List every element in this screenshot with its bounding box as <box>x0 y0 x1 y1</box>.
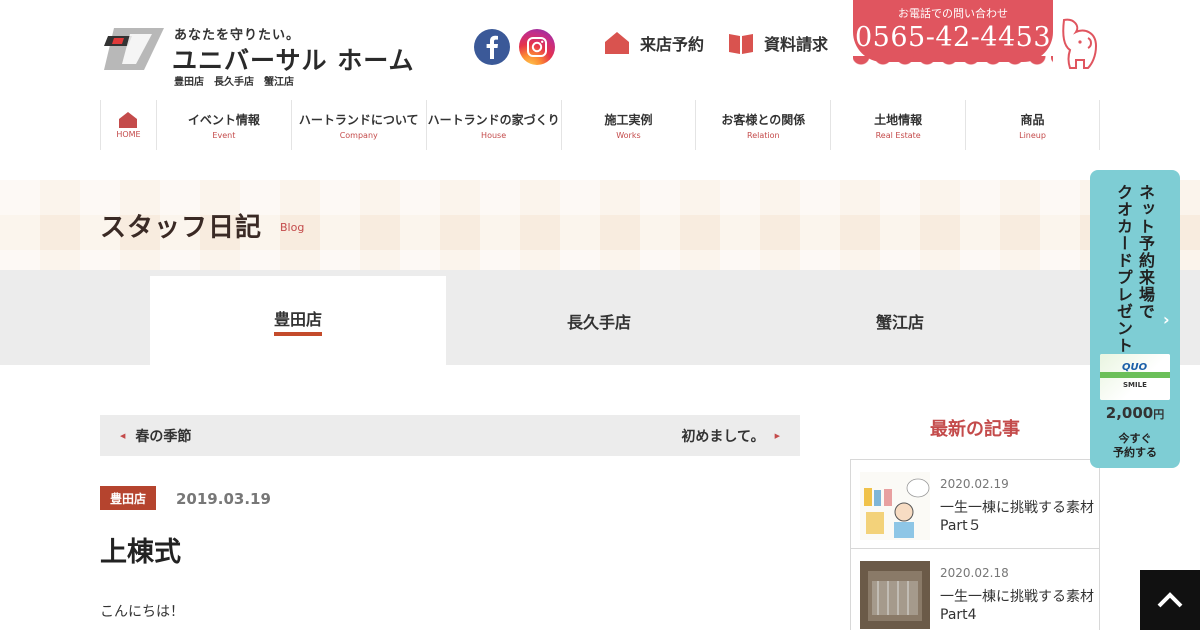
request-docs-label: 資料請求 <box>764 35 829 54</box>
category-badge[interactable]: 豊田店 <box>100 486 156 510</box>
post-navigation: ◀ 春の季節 初めまして。 ▶ <box>100 415 800 456</box>
post-date: 2019.03.19 <box>176 490 271 508</box>
phone-contact[interactable]: お電話での問い合わせ 0565-42-4453 <box>853 0 1053 68</box>
nav-company-en: Company <box>339 130 378 140</box>
tab-toyota-label: 豊田店 <box>273 306 322 336</box>
sidebar-heading: 最新の記事 <box>930 419 1020 440</box>
next-post-link[interactable]: 初めまして。 ▶ <box>681 426 780 446</box>
back-to-top-button[interactable] <box>1140 570 1200 630</box>
instagram-icon <box>527 37 547 57</box>
nav-home-en: HOME <box>116 129 141 139</box>
reserve-visit-label: 来店予約 <box>640 35 705 54</box>
recent-posts-list: 2020.02.19 一生一棟に挑戦する素材 Part５ 2020.02.18 … <box>850 459 1108 630</box>
post-title: 上棟式 <box>100 537 181 568</box>
post-body-text: こんにちは！ <box>100 604 184 620</box>
nav-lineup-en: Lineup <box>1019 130 1046 140</box>
nav-works[interactable]: 施工実例 Works <box>560 100 696 150</box>
promo-cta: 今すぐ 予約する <box>1113 432 1157 459</box>
nav-lineup-ja: 商品 <box>1020 112 1045 127</box>
logo-mark-icon <box>104 28 164 70</box>
nav-relation-ja: お客様との関係 <box>721 112 806 127</box>
tab-nagakute[interactable]: 長久手店 <box>451 276 747 365</box>
quo-card-promo-banner[interactable]: ネット予約来場で クオカードプレゼント › QUO SMILE 2,000円 今… <box>1090 170 1180 468</box>
recent-post-date: 2020.02.18 <box>940 566 1009 580</box>
facebook-link[interactable] <box>474 29 510 65</box>
post-thumbnail <box>860 561 930 629</box>
quo-card-sub: SMILE <box>1123 381 1147 389</box>
house-icon <box>119 111 138 128</box>
page-subtitle: Blog <box>280 221 305 234</box>
phone-number: 0565-42-4453 <box>854 22 1052 53</box>
recent-post-item[interactable]: 2020.02.19 一生一棟に挑戦する素材 Part５ <box>851 460 1108 549</box>
nav-event-en: Event <box>212 130 236 140</box>
nav-event-ja: イベント情報 <box>187 112 260 127</box>
logo-brand-name: ユニバーサル ホーム <box>172 46 415 75</box>
chevron-right-icon: › <box>1163 310 1170 329</box>
recent-post-date: 2020.02.19 <box>940 477 1009 491</box>
nav-relation-en: Relation <box>747 130 780 140</box>
nav-event[interactable]: イベント情報 Event <box>155 100 291 150</box>
global-nav: HOME イベント情報 Event ハートランドについて Company ハート… <box>100 100 1100 150</box>
tab-toyota[interactable]: 豊田店 <box>150 276 446 365</box>
logo-branches: 豊田店 長久手店 蟹江店 <box>174 77 294 88</box>
nav-works-ja: 施工実例 <box>604 112 653 127</box>
reserve-visit-link[interactable]: 来店予約 <box>604 30 704 56</box>
recent-post-title: 一生一棟に挑戦する素材 Part4 <box>940 589 1094 623</box>
site-logo[interactable]: あなたを守りたい。 ユニバーサル ホーム 豊田店 長久手店 蟹江店 <box>100 24 413 88</box>
book-icon <box>729 34 753 54</box>
triangle-left-icon: ◀ <box>120 431 126 440</box>
tab-kanie[interactable]: 蟹江店 <box>752 276 1048 365</box>
quo-card-image: QUO SMILE <box>1100 354 1170 400</box>
prev-post-link[interactable]: ◀ 春の季節 <box>120 426 191 446</box>
promo-amount: 2,000円 <box>1090 404 1180 422</box>
nav-house[interactable]: ハートランドの家づくり House <box>425 100 561 150</box>
nav-lineup[interactable]: 商品 Lineup <box>965 100 1100 150</box>
quo-card-brand: QUO <box>1122 362 1148 373</box>
chevron-up-icon <box>1157 592 1183 608</box>
nav-works-en: Works <box>616 130 641 140</box>
prev-post-label: 春の季節 <box>135 428 192 445</box>
request-docs-link[interactable]: 資料請求 <box>728 30 828 56</box>
tab-nagakute-label: 長久手店 <box>566 312 631 332</box>
phone-label: お電話での問い合わせ <box>898 7 1008 20</box>
nav-home[interactable]: HOME <box>100 100 156 150</box>
promo-amount-value: 2,000 <box>1105 404 1154 422</box>
nav-real-estate-ja: 土地情報 <box>874 112 923 127</box>
nav-real-estate-en: Real Estate <box>875 130 921 140</box>
next-post-label: 初めまして。 <box>681 428 765 445</box>
nav-house-en: House <box>481 130 507 140</box>
nav-company-ja: ハートランドについて <box>298 112 419 127</box>
dish-rack-photo-image <box>860 561 930 629</box>
promo-headline: ネット予約来場で クオカードプレゼント <box>1114 184 1155 354</box>
promo-amount-unit: 円 <box>1153 408 1165 421</box>
instagram-link[interactable] <box>519 29 555 65</box>
facebook-icon <box>486 35 498 59</box>
page-title: スタッフ日記 <box>100 213 263 243</box>
recent-post-item[interactable]: 2020.02.18 一生一棟に挑戦する素材 Part4 <box>851 549 1099 630</box>
nav-house-ja: ハートランドの家づくり <box>427 112 560 127</box>
laundry-illustration-image <box>860 472 930 540</box>
triangle-right-icon: ▶ <box>774 431 780 440</box>
recent-post-title: 一生一棟に挑戦する素材 Part５ <box>940 500 1108 534</box>
nav-real-estate[interactable]: 土地情報 Real Estate <box>830 100 965 150</box>
tab-kanie-label: 蟹江店 <box>875 312 924 332</box>
post-thumbnail <box>860 472 930 540</box>
nav-relation[interactable]: お客様との関係 Relation <box>695 100 830 150</box>
nav-company[interactable]: ハートランドについて Company <box>290 100 426 150</box>
elephant-mascot-icon <box>1062 18 1098 69</box>
house-icon <box>605 32 629 54</box>
